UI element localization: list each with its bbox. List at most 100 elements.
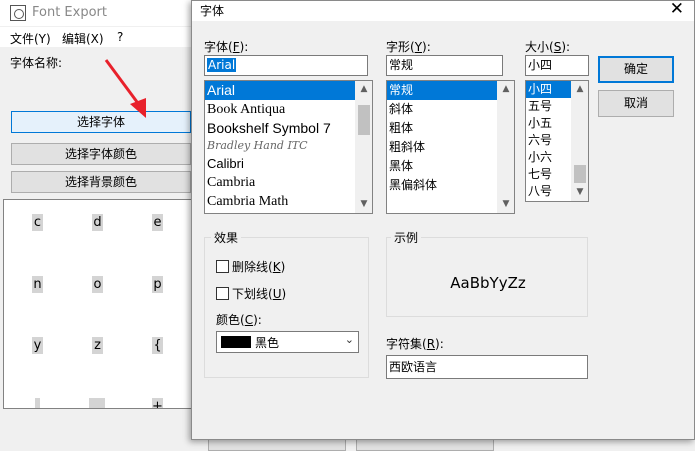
scroll-down-icon[interactable]: ▼ [572,184,588,201]
size-item[interactable]: 五号 [526,98,571,115]
charset-label-text: 字符集 [386,337,423,351]
callout-arrow-icon [104,59,146,118]
size-label-text: 大小 [525,40,550,54]
scroll-up-icon[interactable]: ▲ [498,81,514,98]
underline-checkbox[interactable] [216,287,229,300]
style-item[interactable]: 粗斜体 [387,138,497,157]
underline-label-text: 下划线 [232,287,269,301]
size-item[interactable]: 小四 [526,81,571,98]
font-input-value: Arial [207,58,237,72]
cancel-button[interactable]: 取消 [598,90,674,117]
ok-button[interactable]: 确定 [598,56,674,83]
menu-help[interactable]: ? [117,30,123,44]
style-item[interactable]: 斜体 [387,100,497,119]
scroll-up-icon[interactable]: ▲ [572,81,588,98]
font-label-text: 字体 [204,40,229,54]
scroll-thumb[interactable] [358,105,370,135]
scroll-down-icon[interactable]: ▼ [498,196,514,213]
style-item[interactable]: 黑偏斜体 [387,176,497,195]
font-item-cambria-math[interactable]: Cambria Math [205,192,355,211]
style-list[interactable]: 常规 斜体 粗体 粗斜体 黑体 黑偏斜体 ▲ ▼ [386,80,515,214]
size-item[interactable]: 小五 [526,115,571,132]
glyph-cell: e [152,214,163,231]
color-label-key: C [244,313,254,327]
strikeout-label-key: K [272,260,281,274]
size-list-scrollbar[interactable]: ▲ ▼ [571,81,588,201]
font-list-items: Arial Book Antiqua Bookshelf Symbol 7 Br… [205,81,355,213]
size-item[interactable]: 七号 [526,166,571,183]
menu-edit[interactable]: 编辑(X) [62,30,104,47]
strikeout-label: 删除线(K) [232,260,286,274]
sample-group: AaBbYyZz [386,237,588,317]
font-item-bookshelf-symbol[interactable]: Bookshelf Symbol 7 [205,119,355,138]
glyph-cell [35,398,40,408]
font-input[interactable]: Arial [204,55,368,76]
choose-bg-color-button[interactable]: 选择背景颜色 [11,171,191,193]
sample-text: AaBbYyZz [450,274,526,292]
color-label-text: 颜色 [216,313,241,327]
size-list[interactable]: 小四 五号 小五 六号 小六 七号 八号 ▲ ▼ [525,80,589,202]
style-item[interactable]: 常规 [387,81,497,100]
size-label: 大小(S): [525,40,571,54]
glyph-cell: c [32,214,43,231]
color-select[interactable]: 黑色 ⌄ [216,331,359,353]
scroll-up-icon[interactable]: ▲ [356,81,372,98]
style-item[interactable]: 粗体 [387,119,497,138]
menu-file[interactable]: 文件(Y) [10,30,51,47]
style-label-key: Y [414,40,423,54]
font-item-calibri[interactable]: Calibri [205,154,355,173]
style-item[interactable]: 黑体 [387,157,497,176]
effects-group [204,237,369,378]
font-item-book-antiqua[interactable]: Book Antiqua [205,100,355,119]
close-icon[interactable]: ✕ [670,0,684,19]
font-list[interactable]: Arial Book Antiqua Bookshelf Symbol 7 Br… [204,80,373,214]
color-label: 颜色(C): [216,313,262,327]
dialog-title: 字体 [200,4,225,18]
size-item[interactable]: 小六 [526,149,571,166]
glyph-cell [89,398,105,408]
bg-window-title: Font Export [32,5,107,20]
underline-label-key: U [272,287,282,301]
glyph-cell: z [92,337,103,354]
size-label-key: S [553,40,562,54]
glyph-cell: o [92,276,103,293]
glyph-cell: d [92,214,103,231]
charset-select[interactable]: 西欧语言 [386,355,588,379]
scroll-thumb[interactable] [574,165,586,183]
strikeout-checkbox[interactable] [216,260,229,273]
size-list-items: 小四 五号 小五 六号 小六 七号 八号 [526,81,571,201]
strikeout-label-text: 删除线 [232,260,269,274]
font-item-cambria[interactable]: Cambria [205,173,355,192]
style-list-scrollbar[interactable]: ▲ ▼ [497,81,514,213]
size-item[interactable]: 八号 [526,183,571,200]
scroll-down-icon[interactable]: ▼ [356,196,372,213]
sample-title: 示例 [391,229,422,246]
font-name-label: 字体名称: [10,56,63,70]
font-item-bradley-hand[interactable]: Bradley Hand ITC [205,138,355,154]
style-list-items: 常规 斜体 粗体 粗斜体 黑体 黑偏斜体 [387,81,497,213]
glyph-cell: { [152,337,163,354]
dialog-titlebar: 字体 ✕ [192,0,694,21]
style-input[interactable]: 常规 [386,55,503,76]
font-item-arial[interactable]: Arial [205,81,355,100]
font-list-scrollbar[interactable]: ▲ ▼ [355,81,372,213]
size-input[interactable]: 小四 [525,55,589,76]
color-value: 黑色 [255,336,280,350]
glyph-cell: n [32,276,43,293]
color-swatch [221,336,251,348]
chevron-down-icon: ⌄ [344,333,354,346]
style-label-text: 字形 [386,40,411,54]
glyph-cell: y [32,337,43,354]
glyph-cell: p [152,276,163,293]
underline-label: 下划线(U) [232,287,287,301]
charset-label: 字符集(R): [386,337,444,351]
app-icon [10,5,26,21]
glyph-cell: + [152,398,163,408]
font-label-key: F [232,40,240,54]
size-item[interactable]: 六号 [526,132,571,149]
style-label: 字形(Y): [386,40,431,54]
glyph-grid: c d e n o p y z { + [3,199,195,409]
choose-font-color-button[interactable]: 选择字体颜色 [11,143,191,165]
effects-title: 效果 [211,229,242,246]
charset-label-key: R [426,337,436,351]
